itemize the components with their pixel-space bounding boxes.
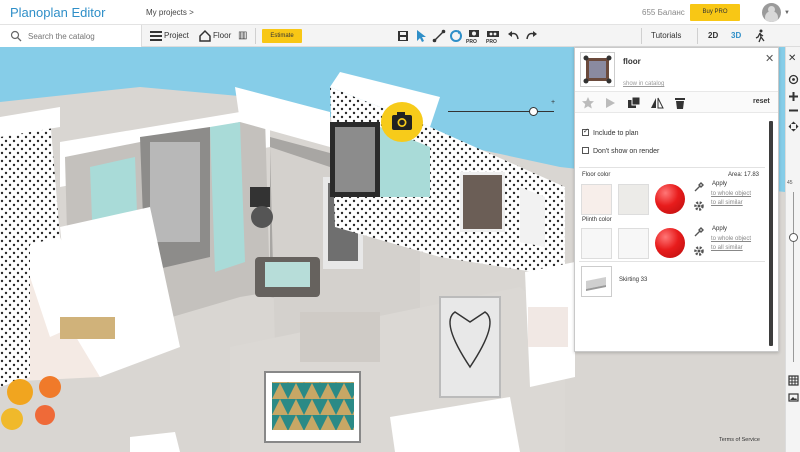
angle-label: 45 bbox=[787, 180, 793, 186]
close-icon[interactable]: ✕ bbox=[765, 52, 774, 65]
plinth-material-ball[interactable] bbox=[655, 228, 685, 258]
planoplan-editor: Planoplan Editor My projects > 655 Балан… bbox=[0, 0, 800, 452]
skirting-icon bbox=[586, 277, 606, 291]
pro-tag: PRO bbox=[466, 39, 477, 45]
skirting-thumbnail[interactable] bbox=[581, 266, 612, 297]
floor-icon bbox=[583, 55, 612, 84]
estimate-button[interactable]: Estimate bbox=[262, 29, 302, 43]
my-projects-link[interactable]: My projects > bbox=[146, 8, 194, 17]
compass-icon[interactable] bbox=[788, 74, 799, 85]
floor-menu[interactable]: Floor bbox=[213, 25, 231, 47]
toolbar-divider bbox=[697, 28, 698, 44]
show-in-catalog-link[interactable]: show in catalog bbox=[623, 81, 664, 87]
catalog-search bbox=[0, 25, 142, 47]
mirror-icon[interactable] bbox=[650, 96, 664, 110]
zoom-plus-label: + bbox=[551, 99, 556, 106]
floor-properties-panel: floor ✕ show in catalog reset Include t bbox=[574, 47, 779, 352]
panel-title: floor bbox=[623, 57, 641, 66]
divider bbox=[579, 167, 765, 168]
plinth-texture-swatch[interactable] bbox=[618, 228, 649, 259]
view-angle-slider-handle[interactable] bbox=[529, 107, 538, 116]
search-icon bbox=[10, 30, 22, 42]
camera-button[interactable] bbox=[381, 102, 423, 142]
draw-wall-icon[interactable] bbox=[432, 29, 446, 43]
reset-button[interactable]: reset bbox=[753, 98, 770, 105]
chevron-down-icon[interactable]: ▼ bbox=[784, 10, 790, 16]
play-icon[interactable] bbox=[603, 96, 617, 110]
floor-material-ball[interactable] bbox=[655, 184, 685, 214]
divider bbox=[579, 261, 765, 262]
dont-show-on-render-label: Don't show on render bbox=[593, 148, 660, 155]
skirting-label: Skirting 33 bbox=[619, 277, 648, 283]
avatar[interactable] bbox=[762, 3, 781, 22]
search-input[interactable] bbox=[28, 29, 138, 43]
star-icon[interactable] bbox=[581, 96, 595, 110]
pan-icon[interactable] bbox=[788, 121, 799, 132]
apply-to-all-similar-link[interactable]: to all similar bbox=[711, 245, 743, 251]
plinth-color-swatch[interactable] bbox=[581, 228, 612, 259]
home-icon[interactable] bbox=[198, 29, 212, 43]
floor-texture-swatch[interactable] bbox=[618, 184, 649, 215]
floor-color-label: Floor color bbox=[582, 172, 611, 178]
top-bar: Planoplan Editor My projects > 655 Балан… bbox=[0, 0, 800, 25]
grid-icon[interactable] bbox=[788, 375, 799, 386]
include-to-plan-checkbox[interactable] bbox=[582, 127, 589, 137]
trash-icon[interactable] bbox=[673, 96, 687, 110]
toolbar-divider bbox=[255, 28, 256, 44]
dont-show-on-render-checkbox[interactable] bbox=[582, 146, 589, 154]
zoom-in-icon[interactable] bbox=[788, 91, 799, 102]
view-3d-toggle[interactable]: 3D bbox=[731, 25, 741, 47]
include-to-plan-label: Include to plan bbox=[593, 130, 639, 137]
floor-selector-icon[interactable]: ▥ bbox=[238, 25, 247, 47]
apply-label: Apply bbox=[712, 226, 728, 232]
right-tool-strip: ✕ 45 bbox=[785, 47, 800, 452]
area-value: Area: 17.83 bbox=[728, 172, 760, 178]
rotate-object-icon[interactable] bbox=[449, 29, 463, 43]
dont-show-on-render-row[interactable]: Don't show on render bbox=[582, 146, 660, 157]
hamburger-menu-icon[interactable] bbox=[149, 29, 163, 43]
panel-scrollbar[interactable] bbox=[769, 121, 773, 346]
include-to-plan-row[interactable]: Include to plan bbox=[582, 127, 639, 139]
floor-color-swatch[interactable] bbox=[581, 184, 612, 215]
toolbar-divider bbox=[641, 28, 642, 44]
vertical-slider-handle[interactable] bbox=[789, 233, 798, 242]
cursor-icon[interactable] bbox=[414, 29, 428, 43]
panel-action-bar: reset bbox=[575, 91, 778, 113]
gear-icon[interactable] bbox=[693, 245, 705, 257]
panel-body: Include to plan Don't show on render Flo… bbox=[575, 114, 778, 351]
eyedropper-icon[interactable] bbox=[693, 181, 705, 193]
eyedropper-icon[interactable] bbox=[693, 226, 705, 238]
floor-thumbnail bbox=[580, 52, 615, 87]
tutorials-link[interactable]: Tutorials bbox=[651, 25, 681, 47]
zoom-out-icon[interactable] bbox=[788, 105, 799, 116]
app-title[interactable]: Planoplan Editor bbox=[10, 5, 105, 20]
apply-to-all-similar-link[interactable]: to all similar bbox=[711, 200, 743, 206]
walk-mode-icon[interactable] bbox=[753, 29, 767, 43]
image-icon[interactable] bbox=[788, 392, 799, 403]
redo-icon[interactable] bbox=[524, 29, 538, 43]
project-menu[interactable]: Project bbox=[164, 25, 189, 47]
apply-to-whole-object-link[interactable]: to whole object bbox=[711, 191, 751, 197]
undo-icon[interactable] bbox=[507, 29, 521, 43]
view-angle-slider[interactable] bbox=[448, 111, 554, 112]
apply-to-whole-object-link[interactable]: to whole object bbox=[711, 236, 751, 242]
view-2d-toggle[interactable]: 2D bbox=[708, 25, 718, 47]
balance-text: 655 Баланс bbox=[642, 8, 685, 17]
vertical-slider[interactable] bbox=[793, 192, 794, 362]
apply-label: Apply bbox=[712, 181, 728, 187]
pro-tag: PRO bbox=[486, 39, 497, 45]
save-icon[interactable] bbox=[396, 29, 410, 43]
gear-icon[interactable] bbox=[693, 200, 705, 212]
camera-icon bbox=[392, 112, 412, 130]
terms-of-service-link[interactable]: Terms of Service bbox=[719, 437, 760, 443]
buy-pro-button[interactable]: Buy PRO bbox=[690, 4, 740, 21]
close-icon[interactable]: ✕ bbox=[788, 53, 799, 64]
copy-icon[interactable] bbox=[627, 96, 641, 110]
toolbar: Project Floor ▥ Estimate PRO PRO bbox=[0, 25, 800, 47]
plinth-color-label: Plinth color bbox=[582, 217, 612, 223]
